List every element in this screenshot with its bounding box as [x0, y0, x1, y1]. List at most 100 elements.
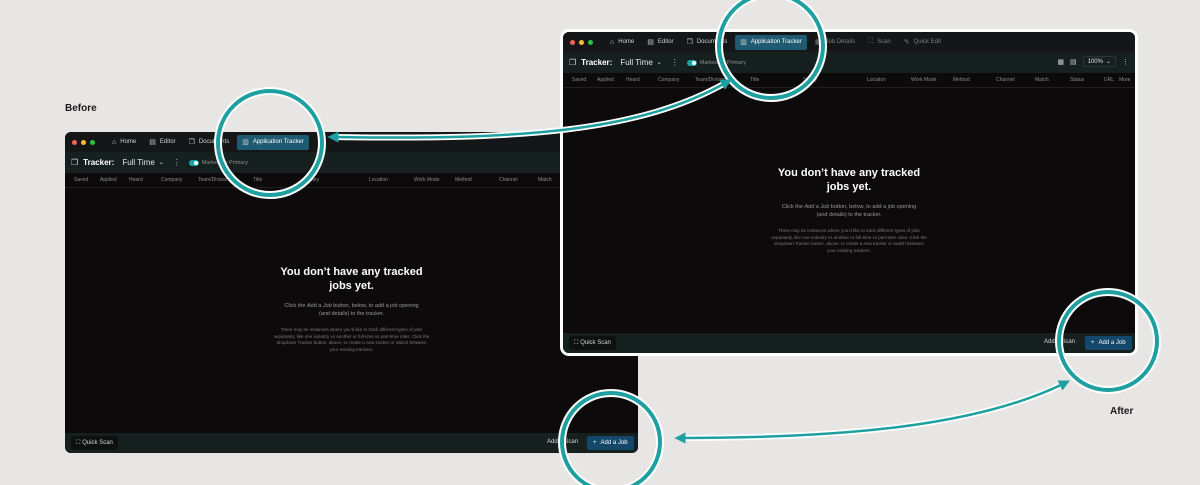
card-view-icon[interactable]: ▤	[1070, 58, 1077, 66]
tab-editor[interactable]: ▤ Editor	[144, 135, 180, 150]
tab-label: Documents	[696, 39, 728, 45]
column-header[interactable]: Heard	[626, 77, 640, 83]
add-scan-button[interactable]: Add a Scan	[1044, 339, 1075, 345]
column-header[interactable]: Location	[867, 77, 886, 83]
tracker-dropdown[interactable]: Full Time ⌄	[620, 58, 661, 67]
tab-tracker[interactable]: ▥ Application Tracker	[735, 34, 807, 50]
column-header[interactable]: Method	[953, 77, 970, 83]
tab-label: Home	[618, 39, 635, 45]
maximize-dot[interactable]	[588, 39, 593, 45]
tracker-dropdown[interactable]: Full Time ⌄	[122, 158, 163, 167]
column-header[interactable]: Match	[1035, 77, 1049, 83]
tab-documents[interactable]: ❐ Documents	[184, 135, 235, 150]
column-header[interactable]: Status	[1070, 77, 1084, 83]
tab-home[interactable]: ⌂ Home	[605, 35, 639, 50]
minimize-dot[interactable]	[81, 139, 86, 145]
tracker-label: Tracker:	[581, 58, 613, 67]
table-header: Saved Applied Heard Company Team/Divisio…	[563, 73, 1135, 88]
table-view-icon[interactable]: ▦	[1057, 58, 1064, 66]
scan-icon: ⛶	[574, 339, 579, 346]
more-vertical-icon[interactable]: ⋮	[671, 58, 679, 67]
tracker-toggle-icon[interactable]: ❐	[569, 58, 576, 67]
arrow-add-job-comparison-halo	[679, 380, 1067, 441]
column-header[interactable]: More	[1119, 77, 1130, 83]
empty-state-note: There may be instances where you’d like …	[771, 228, 927, 253]
zoom-select[interactable]: 100% ⌄	[1082, 56, 1116, 67]
bottom-bar: ⛶ Quick Scan Add a Scan + Add a Job	[563, 333, 1135, 353]
quick-edit-icon: ✎	[903, 39, 910, 46]
more-vertical-icon[interactable]: ⋮	[1122, 58, 1129, 66]
tracker-label: Tracker:	[83, 158, 115, 167]
plus-icon: +	[593, 440, 597, 446]
editor-icon: ▤	[647, 39, 654, 46]
primary-toggle[interactable]	[686, 59, 697, 66]
tracker-mode: Full Time	[122, 158, 155, 167]
add-job-button[interactable]: + Add a Job	[587, 436, 634, 450]
column-header[interactable]: Saved	[74, 177, 88, 183]
add-scan-button[interactable]: Add a Scan	[547, 439, 578, 445]
tracker-toggle-icon[interactable]: ❐	[71, 158, 78, 167]
column-header[interactable]: Work Mode	[414, 177, 439, 183]
primary-toggle[interactable]	[188, 159, 199, 166]
job-details-icon: ▦	[814, 39, 822, 46]
add-job-button[interactable]: + Add a Job	[1085, 336, 1132, 350]
column-header[interactable]: Salary	[803, 77, 817, 83]
close-dot[interactable]	[72, 139, 77, 145]
tab-label: Documents	[198, 139, 230, 145]
column-header[interactable]: Method	[455, 177, 472, 183]
tab-documents[interactable]: ❐ Documents	[682, 35, 733, 50]
tab-editor[interactable]: ▤ Editor	[642, 35, 678, 50]
table-header: Saved Applied Heard Company Team/Divisio…	[65, 173, 638, 188]
empty-state-instructions: Click the Add a Job button, below, to ad…	[284, 302, 419, 317]
tab-label: Quick Edit	[913, 39, 941, 45]
column-header[interactable]: Team/Division	[695, 77, 726, 83]
before-caption: Before	[65, 103, 97, 114]
column-header[interactable]: Salary	[305, 177, 319, 183]
tracker-icon: ▥	[740, 39, 747, 46]
column-header[interactable]: Match	[538, 177, 552, 183]
tab-bar: ⌂ Home ▤ Editor ❐ Documents ▥ Application Track…	[605, 34, 949, 50]
primary-toggle-label: Marked as Primary	[699, 59, 746, 66]
column-header[interactable]: Channel	[996, 77, 1015, 83]
tab-label: Job Details	[825, 39, 856, 45]
column-header[interactable]: Company	[161, 177, 182, 183]
chevron-down-icon: ⌄	[158, 160, 164, 166]
window-controls	[570, 39, 593, 45]
close-dot[interactable]	[570, 39, 575, 45]
column-header[interactable]: Title	[750, 77, 759, 83]
tracker-icon: ▥	[242, 139, 249, 146]
column-header[interactable]: Work Mode	[911, 77, 936, 83]
empty-state: You don’t have any tracked jobs yet. Cli…	[563, 167, 1135, 254]
tab-job-details[interactable]: ▦ Job Details	[810, 35, 860, 50]
documents-icon: ❐	[188, 139, 195, 146]
quick-scan-button[interactable]: ⛶ Quick Scan	[71, 436, 118, 450]
column-header[interactable]: Team/Division	[198, 177, 229, 183]
column-header[interactable]: Saved	[572, 77, 586, 83]
tab-scan[interactable]: ⛶ Scan	[863, 35, 896, 50]
column-header[interactable]: Applied	[597, 77, 614, 83]
empty-state-note: There may be instances where you’d like …	[273, 327, 430, 352]
empty-state-title: You don’t have any tracked jobs yet.	[280, 266, 423, 292]
column-header[interactable]: Location	[369, 177, 388, 183]
column-header[interactable]: URL	[1104, 77, 1114, 83]
tab-label: Application Tracker	[252, 139, 304, 145]
title-bar: ⌂ Home ▤ Editor ❐ Documents ▥ Application Track…	[65, 132, 638, 152]
column-header[interactable]: Title	[253, 177, 262, 183]
documents-icon: ❐	[686, 39, 693, 46]
minimize-dot[interactable]	[579, 39, 584, 45]
tracker-toolbar: ❐ Tracker: Full Time ⌄ ⋮ Marked as Prima…	[563, 52, 1135, 73]
home-icon: ⌂	[112, 138, 117, 146]
tab-label: Editor	[159, 139, 176, 145]
tracker-mode: Full Time	[620, 58, 653, 67]
column-header[interactable]: Heard	[129, 177, 143, 183]
tab-home[interactable]: ⌂ Home	[107, 135, 141, 150]
column-header[interactable]: Company	[658, 77, 679, 83]
maximize-dot[interactable]	[90, 139, 95, 145]
column-header[interactable]: Applied	[100, 177, 117, 183]
tab-quick-edit[interactable]: ✎ Quick Edit	[899, 35, 946, 50]
tracker-toolbar: ❐ Tracker: Full Time ⌄ ⋮ Marked as Prima…	[65, 152, 638, 173]
tab-tracker[interactable]: ▥ Application Tracker	[237, 134, 309, 150]
more-vertical-icon[interactable]: ⋮	[173, 158, 181, 167]
quick-scan-button[interactable]: ⛶ Quick Scan	[569, 336, 616, 350]
column-header[interactable]: Channel	[499, 177, 518, 183]
